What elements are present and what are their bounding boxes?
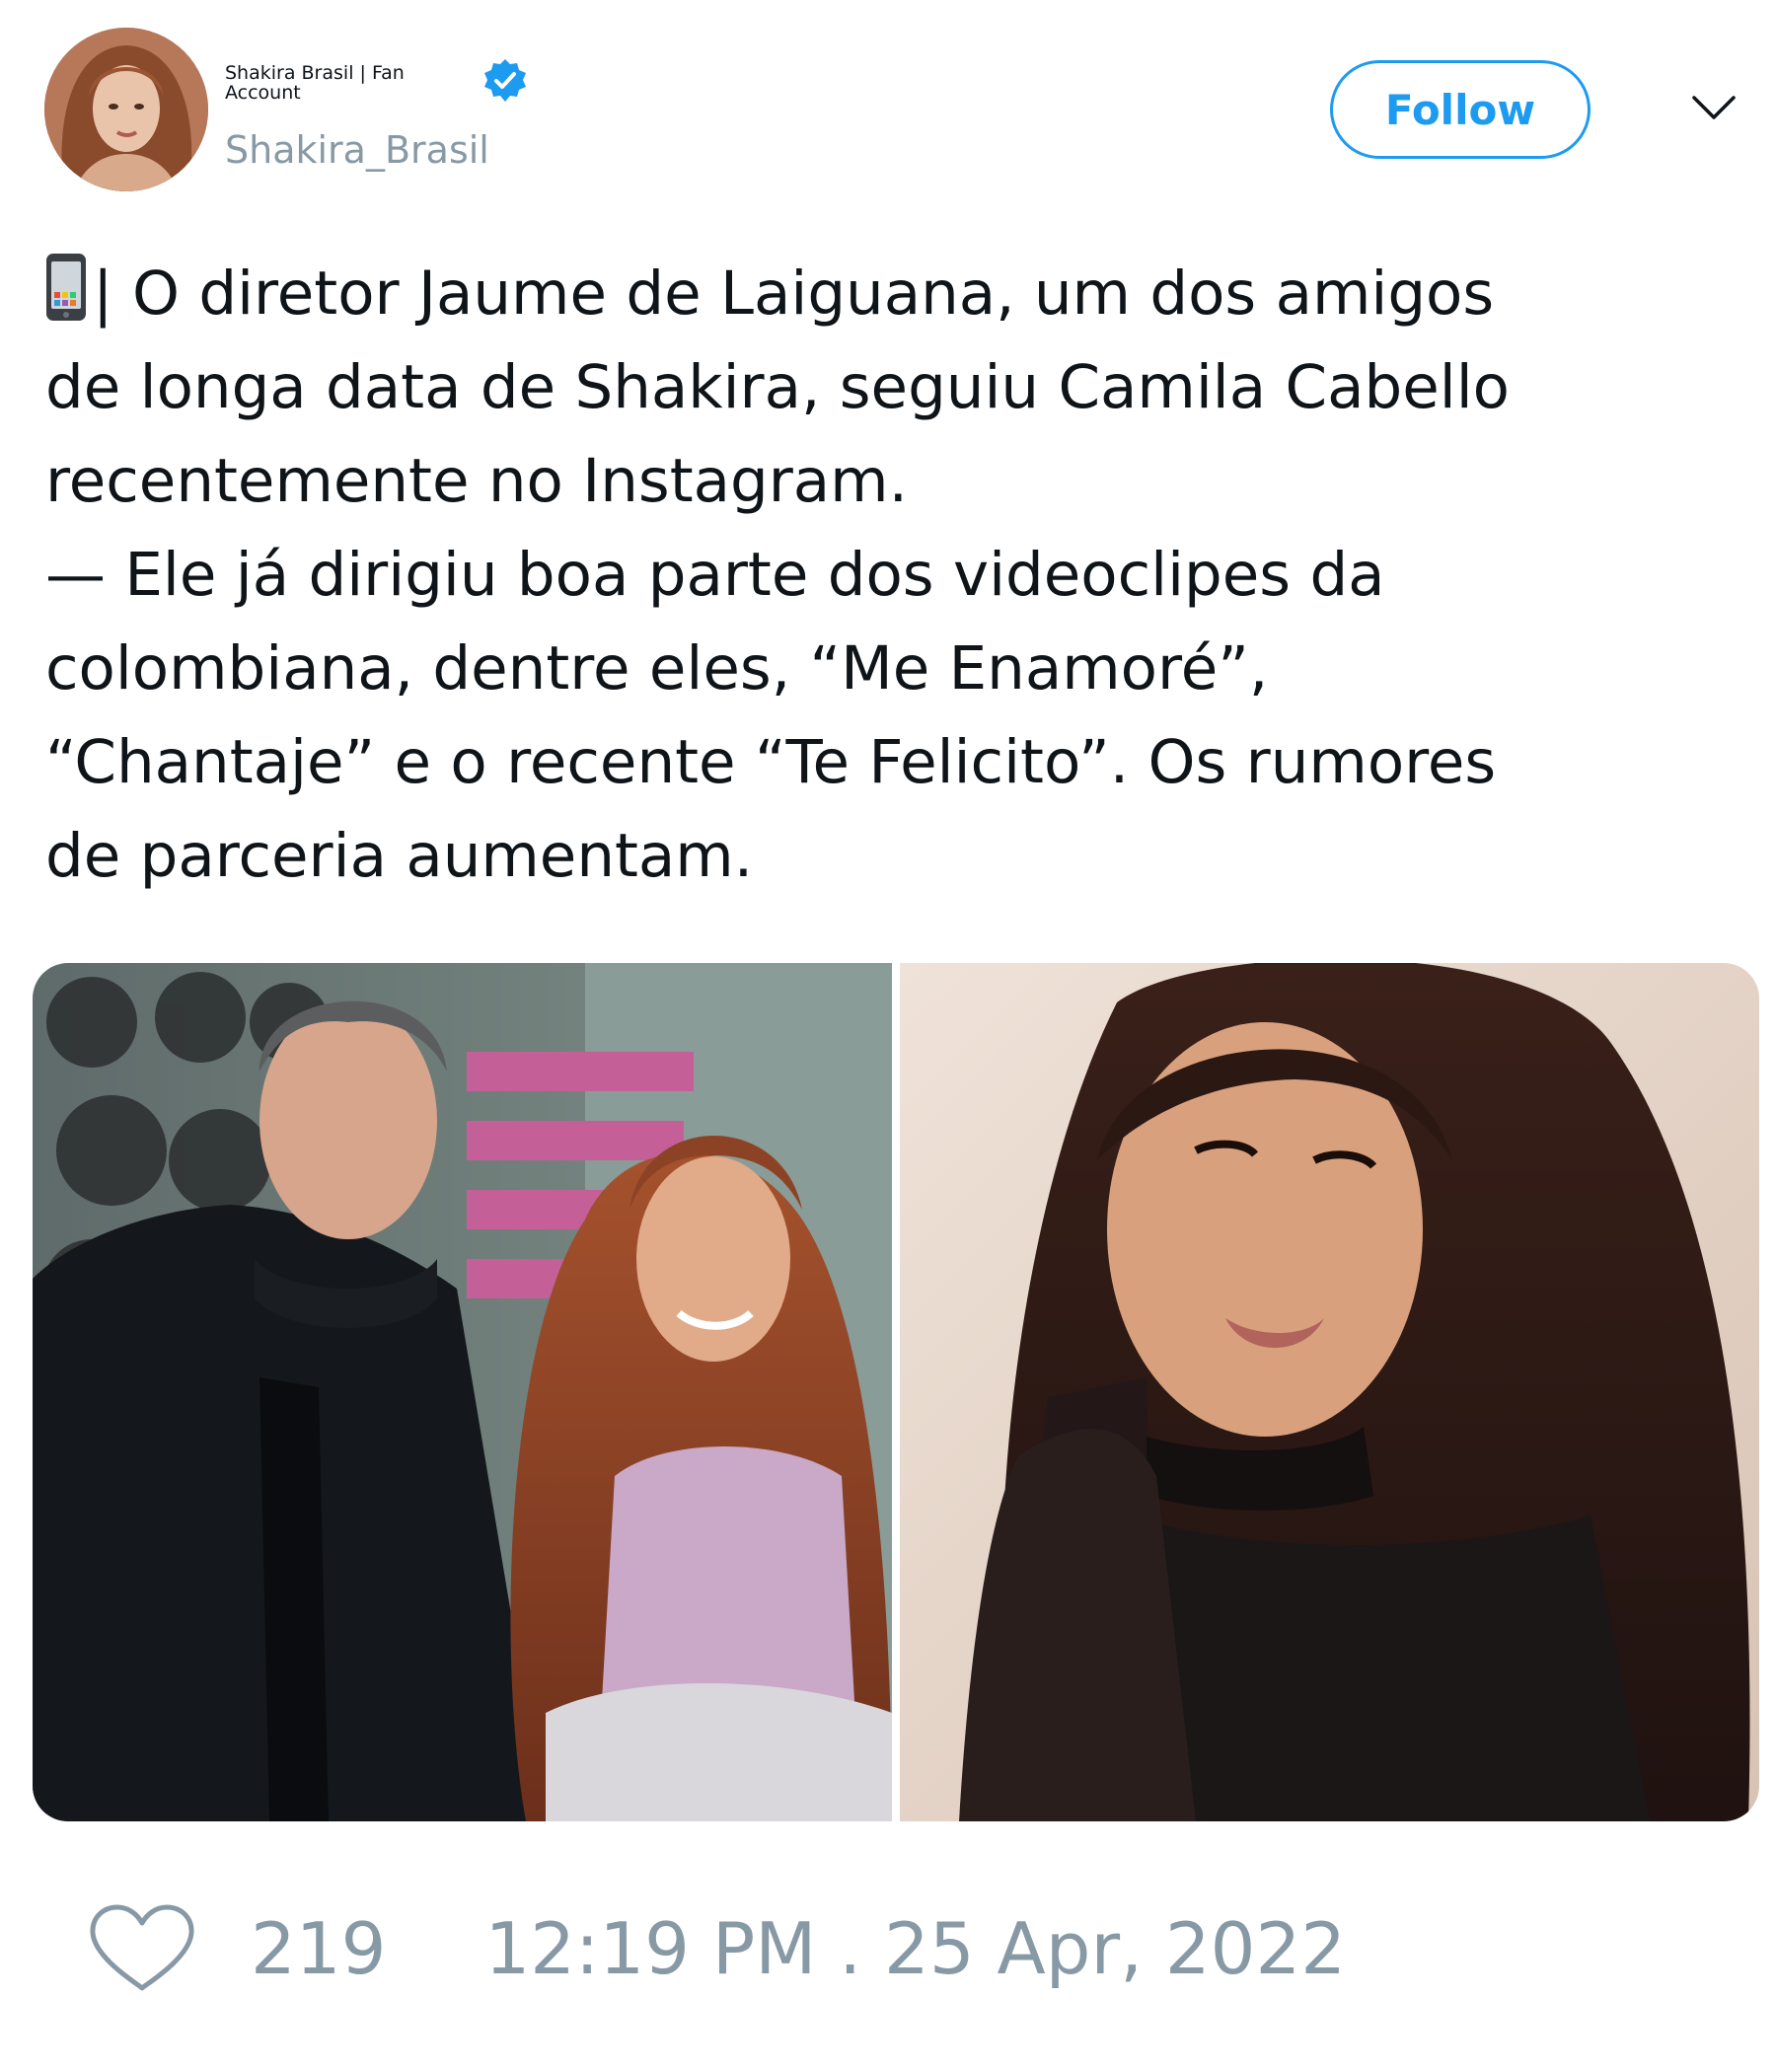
tweet-card: Shakira Brasil | Fan Account Shakira_Bra… <box>0 0 1776 2072</box>
chevron-down-icon[interactable] <box>1691 93 1737 122</box>
like-count: 219 <box>251 1907 387 1990</box>
media-image-right[interactable] <box>900 963 1759 1821</box>
username[interactable]: Shakira_Brasil <box>225 128 489 172</box>
tweet-line: “Chantaje” e o recente “Te Felicito”. Os… <box>45 727 1497 797</box>
tweet-line-text: | O diretor Jaume de Laiguana, um dos am… <box>93 259 1495 329</box>
tweet-line: de longa data de Shakira, seguiu Camila … <box>45 352 1510 422</box>
media-grid <box>33 963 1759 1821</box>
tweet-line: recentemente no Instagram. <box>45 446 908 516</box>
tweet-footer: 219 12:19 PM . 25 Apr, 2022 <box>89 1904 1346 1993</box>
tweet-line: de parceria aumentam. <box>45 821 754 891</box>
tweet-line: colombiana, dentre eles, “Me Enamoré”, <box>45 633 1269 703</box>
display-name[interactable]: Shakira Brasil | Fan Account <box>225 63 442 103</box>
heart-icon[interactable] <box>89 1903 195 1994</box>
avatar[interactable] <box>44 28 208 191</box>
mobile-phone-emoji-icon <box>46 254 86 321</box>
photo-of-woman-portrait <box>900 963 1759 1821</box>
media-image-left[interactable] <box>33 963 892 1821</box>
avatar-image <box>44 28 208 191</box>
tweet-line: — Ele já dirigiu boa parte dos videoclip… <box>45 540 1385 610</box>
timestamp[interactable]: 12:19 PM . 25 Apr, 2022 <box>484 1907 1346 1990</box>
follow-button[interactable]: Follow <box>1330 60 1591 159</box>
tweet-text: | O diretor Jaume de Laiguana, um dos am… <box>45 247 1742 903</box>
tweet-line: | O diretor Jaume de Laiguana, um dos am… <box>45 247 1742 340</box>
photo-of-man-and-woman <box>33 963 892 1821</box>
verified-badge-icon <box>484 59 526 102</box>
